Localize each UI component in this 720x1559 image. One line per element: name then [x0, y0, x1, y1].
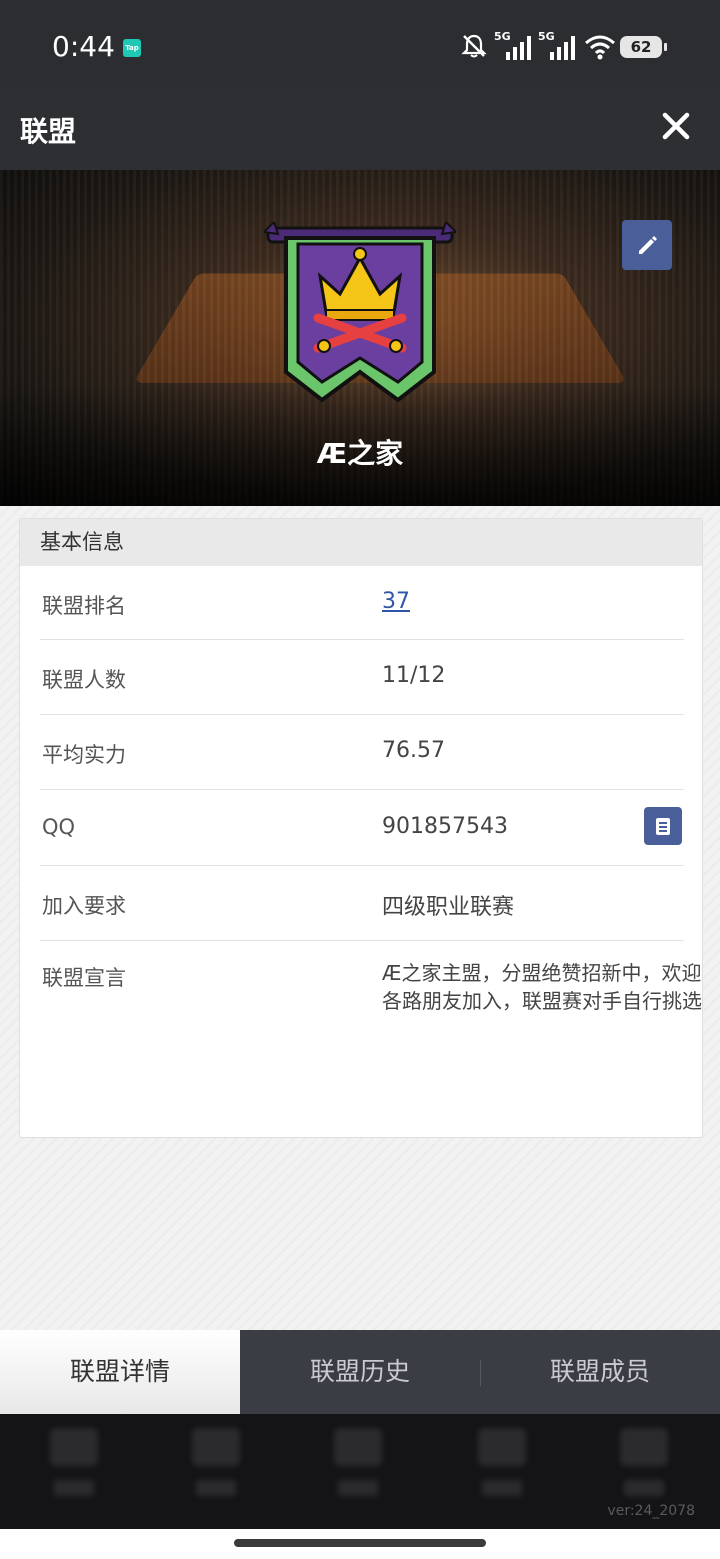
signal-icon: [550, 36, 575, 60]
tab-league-members[interactable]: 联盟成员: [480, 1330, 720, 1414]
status-time: 0:44: [52, 30, 115, 63]
league-emblem: [264, 222, 456, 403]
close-icon: [662, 112, 690, 140]
close-button[interactable]: [658, 108, 694, 144]
pencil-icon: [639, 236, 657, 254]
home-gesture-bar[interactable]: [234, 1539, 486, 1547]
tap-app-icon: Tap: [123, 39, 141, 57]
nav-item[interactable]: [472, 1428, 532, 1508]
copy-icon: [656, 818, 670, 835]
title-bar: 联盟: [0, 88, 720, 170]
copy-qq-button[interactable]: [644, 807, 682, 845]
info-value: 四级职业联赛: [382, 895, 515, 920]
tab-league-history[interactable]: 联盟历史: [240, 1330, 480, 1414]
edit-button[interactable]: [622, 220, 672, 270]
gesture-area: [0, 1529, 720, 1559]
info-value: 76.57: [382, 738, 445, 763]
wifi-icon: [585, 35, 615, 60]
info-row-motto: 联盟宣言 Æ之家主盟，分盟绝赞招新中，欢迎各路朋友加入，联盟赛对手自行挑选: [40, 941, 702, 1091]
nav-item[interactable]: [186, 1428, 246, 1508]
nav-item[interactable]: [44, 1428, 104, 1508]
info-label: 联盟宣言: [42, 966, 126, 990]
signal-icon: [506, 36, 531, 60]
ranking-link[interactable]: 37: [382, 589, 410, 614]
info-row-members: 联盟人数 11/12: [40, 640, 684, 715]
info-label: 联盟排名: [42, 594, 126, 618]
info-row-ranking: 联盟排名 37: [40, 566, 684, 640]
info-value: 901857543: [382, 814, 508, 839]
info-row-strength: 平均实力 76.57: [40, 715, 684, 790]
league-name: Æ之家: [316, 437, 404, 470]
basic-info-card: 基本信息 联盟排名 37 联盟人数 11/12 平均实力 76.57 QQ 90…: [19, 518, 703, 1138]
version-label: ver:24_2078: [607, 1503, 695, 1519]
page-title: 联盟: [20, 115, 77, 148]
league-tabs: 联盟详情 联盟历史 联盟成员: [0, 1330, 720, 1414]
tab-league-details[interactable]: 联盟详情: [0, 1330, 240, 1414]
mute-bell-icon: [461, 34, 487, 58]
league-motto: Æ之家主盟，分盟绝赞招新中，欢迎各路朋友加入，联盟赛对手自行挑选: [382, 961, 702, 1013]
info-label: QQ: [42, 815, 76, 839]
info-label: 平均实力: [42, 743, 126, 767]
section-header: 基本信息: [20, 519, 702, 566]
status-bar: 0:44 Tap 5G 5G 62: [0, 0, 720, 88]
info-row-qq: QQ 901857543: [40, 790, 684, 866]
info-label: 加入要求: [42, 894, 126, 918]
info-row-requirement: 加入要求 四级职业联赛: [40, 866, 684, 941]
battery-indicator: 62: [620, 36, 667, 58]
info-label: 联盟人数: [42, 668, 126, 692]
info-value: 11/12: [382, 663, 446, 688]
league-banner: Æ之家: [0, 170, 720, 506]
nav-item[interactable]: [328, 1428, 388, 1508]
nav-item[interactable]: [614, 1428, 674, 1508]
